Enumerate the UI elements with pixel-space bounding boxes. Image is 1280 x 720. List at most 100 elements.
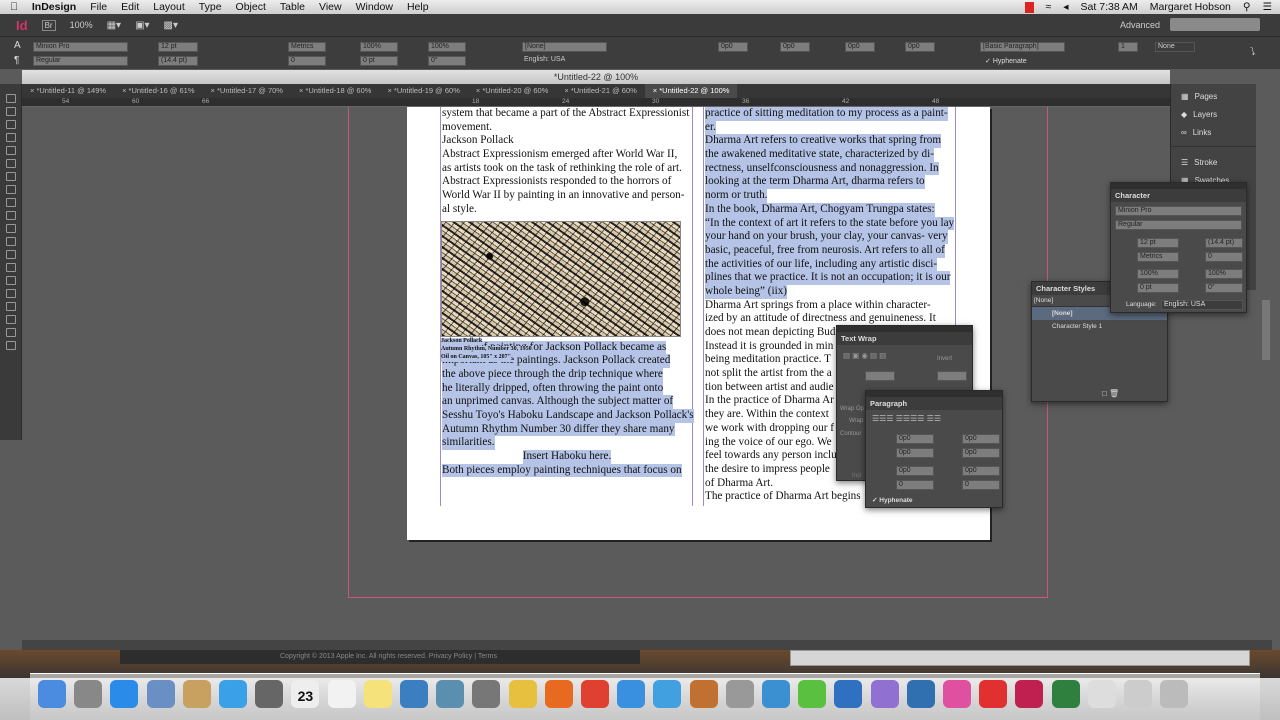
- style-character-style-1[interactable]: Character Style 1: [1032, 320, 1167, 333]
- wrap-right-offset[interactable]: [937, 371, 967, 381]
- tracking-field[interactable]: 0: [288, 56, 326, 66]
- tab-untitled-17[interactable]: × *Untitled-17 @ 70%: [203, 84, 291, 98]
- view-options-icon[interactable]: ▦▾: [107, 20, 121, 31]
- direct-selection-tool-icon[interactable]: [6, 107, 16, 116]
- character-vscale-field[interactable]: 100%: [1137, 269, 1179, 279]
- wrap-top-offset[interactable]: [865, 371, 895, 381]
- menu-type[interactable]: Type: [199, 1, 222, 13]
- character-language-field[interactable]: English: USA: [1161, 300, 1243, 310]
- drop-cap-lines-field[interactable]: 0: [896, 480, 934, 490]
- pencil-tool-icon[interactable]: [6, 185, 16, 194]
- menu-view[interactable]: View: [319, 1, 342, 13]
- font-size-field[interactable]: 12 pt: [158, 42, 198, 52]
- tab-untitled-16[interactable]: × *Untitled-16 @ 61%: [114, 84, 202, 98]
- hyphenate-checkbox[interactable]: ✓ Hyphenate: [985, 57, 1027, 65]
- dock-safari-icon[interactable]: [617, 680, 646, 708]
- last-line-indent-field[interactable]: 0p0: [962, 448, 1000, 458]
- left-indent-field[interactable]: 0p0: [718, 42, 748, 52]
- character-style-field[interactable]: Regular: [1115, 220, 1242, 230]
- tab-untitled-20[interactable]: × *Untitled-20 @ 60%: [468, 84, 556, 98]
- gradient-tool-icon[interactable]: [6, 250, 16, 259]
- dock-edge-animate-icon[interactable]: [834, 680, 863, 708]
- fill-stroke-icon[interactable]: [6, 315, 16, 324]
- apple-icon[interactable]: : [10, 1, 18, 13]
- alignment-buttons[interactable]: ☰☰☰ ☰☰☰☰ ☰☰: [866, 410, 1002, 427]
- right-indent-field[interactable]: 0p0: [780, 42, 810, 52]
- dock-launchpad-icon[interactable]: [74, 680, 103, 708]
- space-after-field[interactable]: 0p0: [962, 466, 1000, 476]
- notification-icon[interactable]: ☰: [1263, 1, 1272, 13]
- character-kerning-field[interactable]: Metrics: [1137, 252, 1179, 262]
- apply-color-icon[interactable]: [6, 328, 16, 337]
- dock-itunes-icon[interactable]: [653, 680, 682, 708]
- record-icon[interactable]: [1024, 1, 1034, 13]
- dock-acrobat-icon[interactable]: [979, 680, 1008, 708]
- dock-word-icon[interactable]: [762, 680, 790, 708]
- note-tool-icon[interactable]: [6, 263, 16, 272]
- first-line-indent-field[interactable]: 0p0: [896, 448, 934, 458]
- kerning-field[interactable]: Metrics: [288, 42, 326, 52]
- arrange-documents-icon[interactable]: ▩▾: [164, 20, 178, 31]
- dock-trash-icon[interactable]: [1160, 680, 1189, 708]
- clock[interactable]: Sat 7:38 AM: [1081, 1, 1138, 13]
- tab-untitled-21[interactable]: × *Untitled-21 @ 60%: [556, 84, 644, 98]
- character-style-field[interactable]: [None]: [522, 42, 607, 52]
- character-baseline-field[interactable]: 0 pt: [1137, 283, 1179, 293]
- leading-field[interactable]: (14.4 pt): [158, 56, 198, 66]
- span-columns-field[interactable]: None: [1155, 42, 1195, 52]
- user-name[interactable]: Margaret Hobson: [1150, 1, 1231, 13]
- dock-reminders-icon[interactable]: [327, 680, 356, 708]
- menu-edit[interactable]: Edit: [121, 1, 139, 13]
- baseline-shift-field[interactable]: 0 pt: [360, 56, 398, 66]
- dock-messages-icon[interactable]: [219, 680, 247, 708]
- horizontal-ruler[interactable]: 54 60 66 18 24 30 36 42 48: [22, 98, 1170, 107]
- dock-layers[interactable]: ◆ Layers: [1171, 106, 1256, 124]
- vertical-scale-field[interactable]: 100%: [360, 42, 398, 52]
- character-leading-field[interactable]: (14.4 pt): [1205, 238, 1243, 248]
- lightning-icon[interactable]: ⭝: [1250, 47, 1255, 58]
- text-wrap-title[interactable]: Text Wrap: [837, 332, 972, 345]
- language-field[interactable]: English: USA: [522, 56, 607, 66]
- right-indent-field[interactable]: 0p0: [962, 434, 1000, 444]
- line-tool-icon[interactable]: [6, 159, 16, 168]
- screen-mode-icon[interactable]: ▣▾: [135, 20, 149, 31]
- selection-tool-icon[interactable]: [6, 94, 16, 103]
- rectangle-frame-tool-icon[interactable]: [6, 198, 16, 207]
- new-style-icon[interactable]: □ 🗑: [1102, 389, 1119, 398]
- character-tracking-field[interactable]: 0: [1205, 252, 1243, 262]
- dock-stroke[interactable]: ☰ Stroke: [1171, 154, 1256, 172]
- vertical-scrollbar[interactable]: [1262, 300, 1270, 360]
- tab-untitled-18[interactable]: × *Untitled-18 @ 60%: [291, 84, 379, 98]
- tab-untitled-19[interactable]: × *Untitled-19 @ 60%: [379, 84, 467, 98]
- character-font-field[interactable]: Minion Pro: [1115, 206, 1242, 216]
- tab-untitled-11[interactable]: × *Untitled-11 @ 149%: [22, 84, 114, 98]
- space-before-field[interactable]: 0p0: [896, 466, 934, 476]
- free-transform-tool-icon[interactable]: [6, 237, 16, 246]
- rectangle-tool-icon[interactable]: [6, 211, 16, 220]
- dock-contacts-icon[interactable]: [182, 680, 211, 708]
- menu-file[interactable]: File: [90, 1, 107, 13]
- dock-chrome-icon[interactable]: [581, 680, 609, 708]
- dock-edge-icon[interactable]: [870, 680, 899, 708]
- dock-finder-icon[interactable]: [38, 680, 66, 708]
- dock-preview-icon[interactable]: [146, 680, 175, 708]
- pen-tool-icon[interactable]: [6, 172, 16, 181]
- font-style-field[interactable]: Regular: [33, 56, 128, 66]
- paragraph-title[interactable]: Paragraph: [866, 397, 1002, 410]
- dock-firefox-icon[interactable]: [544, 680, 573, 708]
- dock-garageband-icon[interactable]: [689, 680, 718, 708]
- character-hscale-field[interactable]: 100%: [1205, 269, 1243, 279]
- page-tool-icon[interactable]: [6, 120, 16, 129]
- horizontal-scale-field[interactable]: 100%: [428, 42, 466, 52]
- dock-facetime-icon[interactable]: [255, 680, 284, 708]
- dock-thunderbird-icon[interactable]: [906, 680, 935, 708]
- menu-table[interactable]: Table: [280, 1, 305, 13]
- skew-field[interactable]: 0°: [428, 56, 466, 66]
- paragraph-mode-icon[interactable]: ¶: [14, 55, 19, 66]
- menu-help[interactable]: Help: [407, 1, 429, 13]
- bridge-button[interactable]: Br: [41, 19, 56, 31]
- dock-pages[interactable]: ▦ Pages: [1171, 88, 1256, 106]
- character-skew-field[interactable]: 0°: [1205, 283, 1243, 293]
- hand-tool-icon[interactable]: [6, 289, 16, 298]
- dock-fireworks-icon[interactable]: [943, 680, 971, 708]
